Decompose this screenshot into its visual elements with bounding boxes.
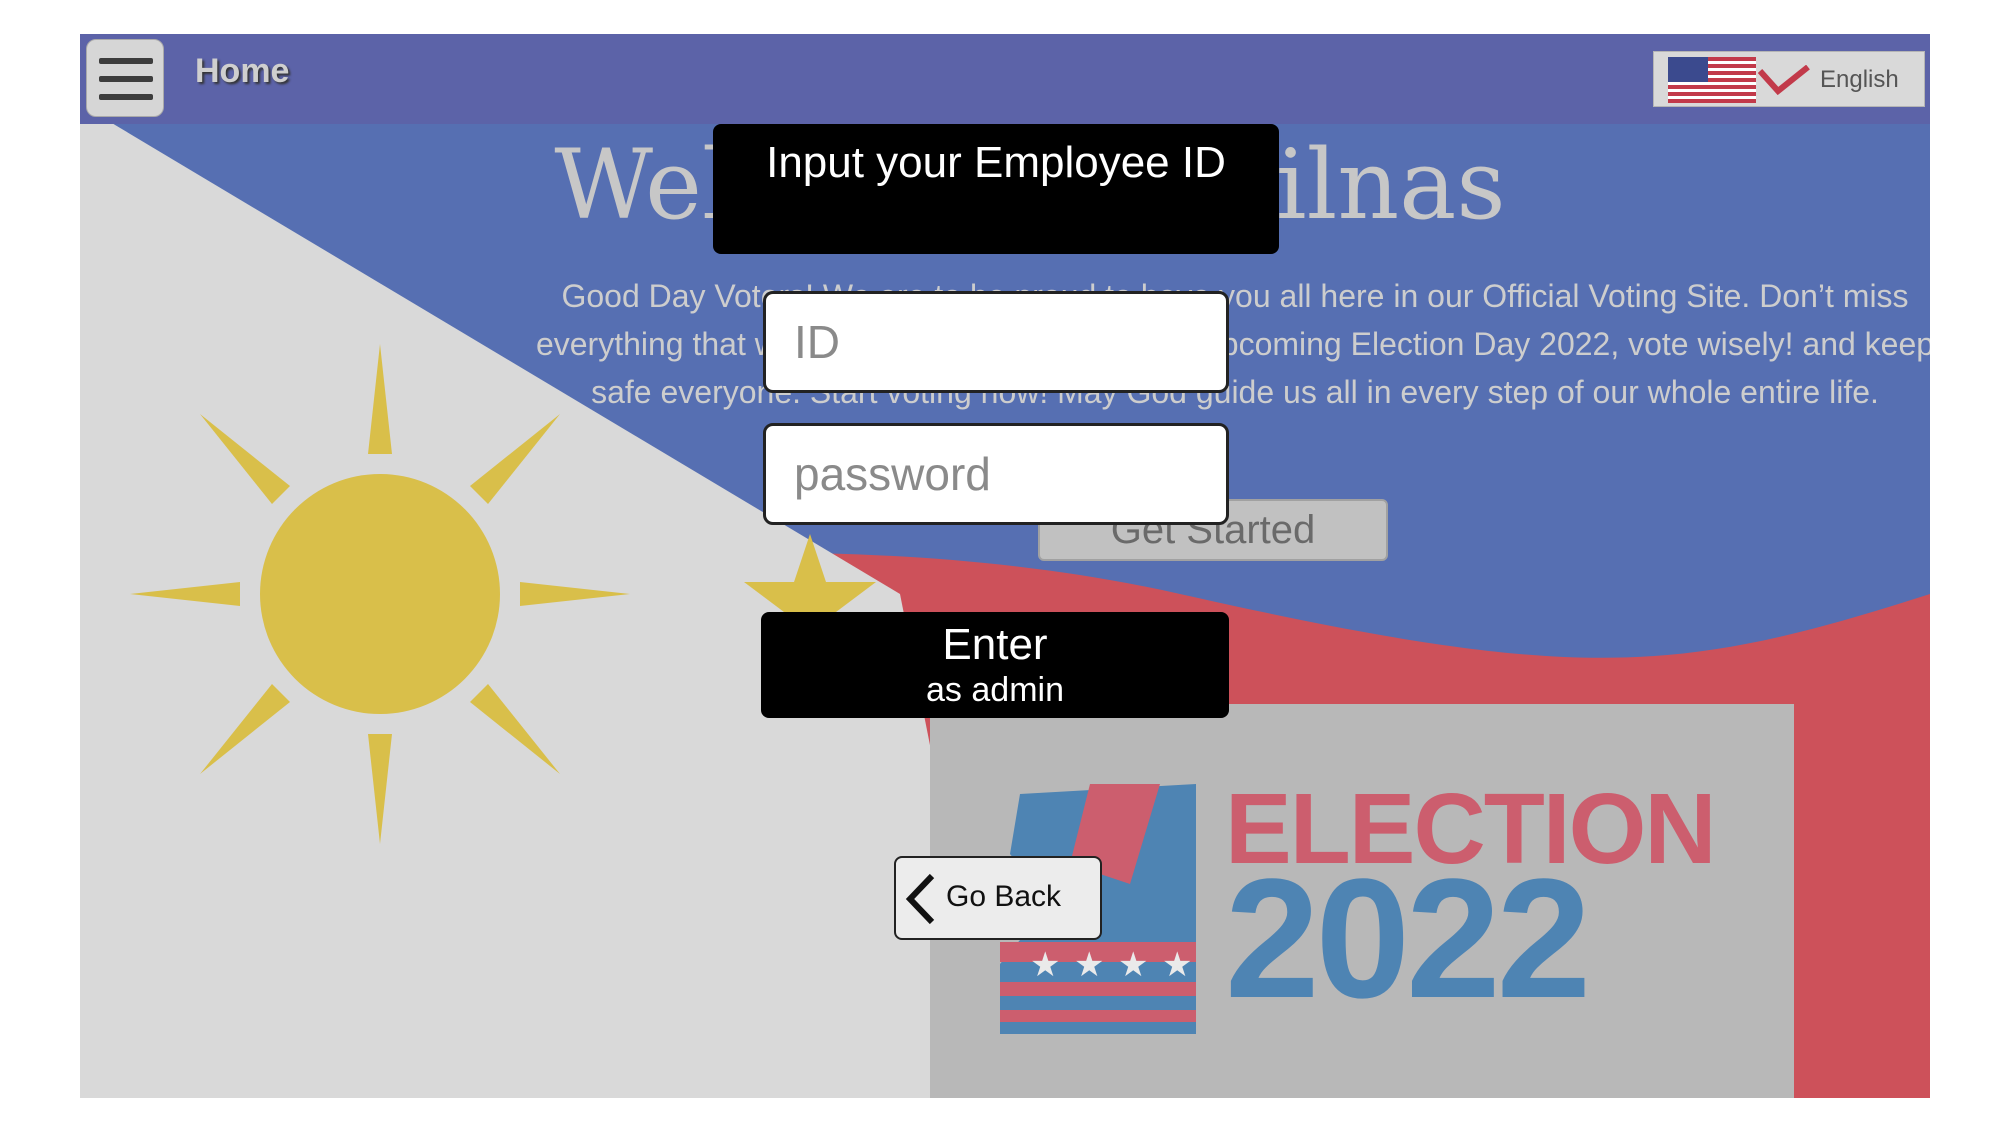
language-label: English [1820, 66, 1899, 93]
enter-button-sublabel: as admin [926, 671, 1064, 709]
chevron-left-icon [905, 873, 935, 925]
employee-id-input[interactable] [763, 291, 1229, 393]
app-screen: Welcome to Philnas Good Day Voters! We a… [80, 34, 1930, 1098]
chevron-down-icon [1757, 65, 1810, 95]
modal-backdrop [80, 124, 1930, 1098]
go-back-button[interactable]: Go Back [894, 856, 1102, 940]
enter-as-admin-button[interactable]: Enter as admin [761, 612, 1229, 718]
top-bar: Home English [80, 34, 1930, 124]
language-selector[interactable]: English [1653, 51, 1925, 107]
page-title: Home [195, 52, 290, 90]
enter-button-label: Enter [942, 620, 1048, 669]
hamburger-menu-icon[interactable] [86, 39, 164, 117]
employee-id-prompt: Input your Employee ID [713, 124, 1279, 254]
go-back-label: Go Back [946, 880, 1062, 913]
us-flag-icon [1668, 57, 1756, 103]
password-input[interactable] [763, 423, 1229, 525]
